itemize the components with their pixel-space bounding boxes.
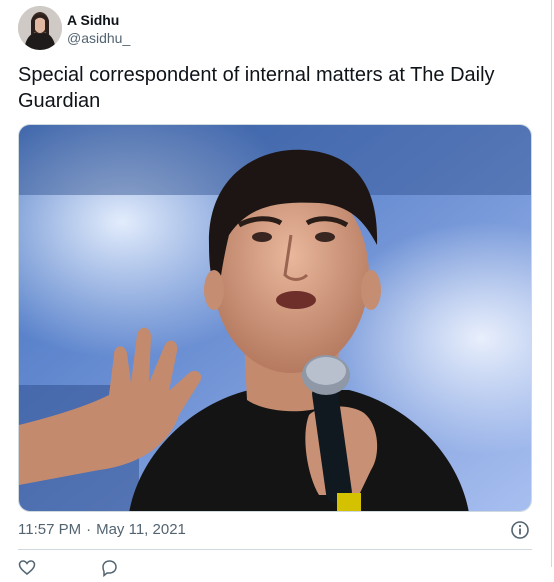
tweet-actions (18, 559, 182, 578)
tweet-timestamp[interactable]: 11:57 PM · May 11, 2021 (18, 521, 186, 538)
tweet-text: Special correspondent of internal matter… (18, 64, 495, 112)
avatar-image (18, 6, 62, 50)
divider (18, 549, 532, 550)
display-name[interactable]: A Sidhu (67, 9, 130, 29)
tweet-date: May 11, 2021 (96, 521, 186, 538)
tweet-media-image[interactable] (18, 124, 532, 512)
tweet-time: 11:57 PM (18, 521, 82, 538)
author-names: A Sidhu @asidhu_ (67, 9, 130, 47)
avatar[interactable] (18, 6, 62, 50)
info-icon[interactable] (510, 520, 530, 540)
user-handle[interactable]: @asidhu_ (67, 29, 130, 47)
reply-icon[interactable] (100, 559, 118, 578)
timestamp-separator: · (86, 521, 92, 538)
heart-icon[interactable] (18, 559, 36, 577)
tweet-card: A Sidhu @asidhu_ Special correspondent o… (0, 0, 552, 578)
speaker-photo (19, 125, 531, 511)
tweet-header: A Sidhu @asidhu_ (18, 6, 130, 50)
